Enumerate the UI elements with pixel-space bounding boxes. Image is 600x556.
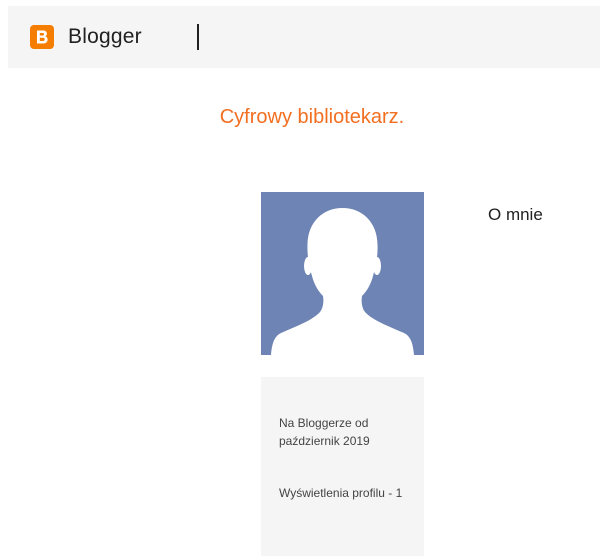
member-since-text: Na Bloggerze od październik 2019 bbox=[279, 416, 370, 448]
blog-title-link[interactable]: Cyfrowy bibliotekarz. bbox=[0, 106, 600, 129]
profile-views-text: Wyświetlenia profilu - 1 bbox=[279, 486, 403, 500]
profile-avatar[interactable] bbox=[261, 192, 424, 355]
blogger-logo-text: Blogger bbox=[68, 25, 142, 48]
blogger-logo-icon bbox=[30, 25, 54, 49]
about-me-heading: O mnie bbox=[488, 205, 543, 224]
profile-info-card: Na Bloggerze od październik 2019 Wyświet… bbox=[261, 377, 424, 556]
blogger-home-link[interactable]: Blogger bbox=[30, 22, 142, 52]
header-divider bbox=[197, 24, 199, 50]
default-avatar-icon bbox=[261, 192, 424, 355]
profile-page: Blogger Cyfrowy bibliotekarz. O mnie Na … bbox=[0, 0, 600, 556]
top-bar: Blogger bbox=[8, 6, 600, 68]
